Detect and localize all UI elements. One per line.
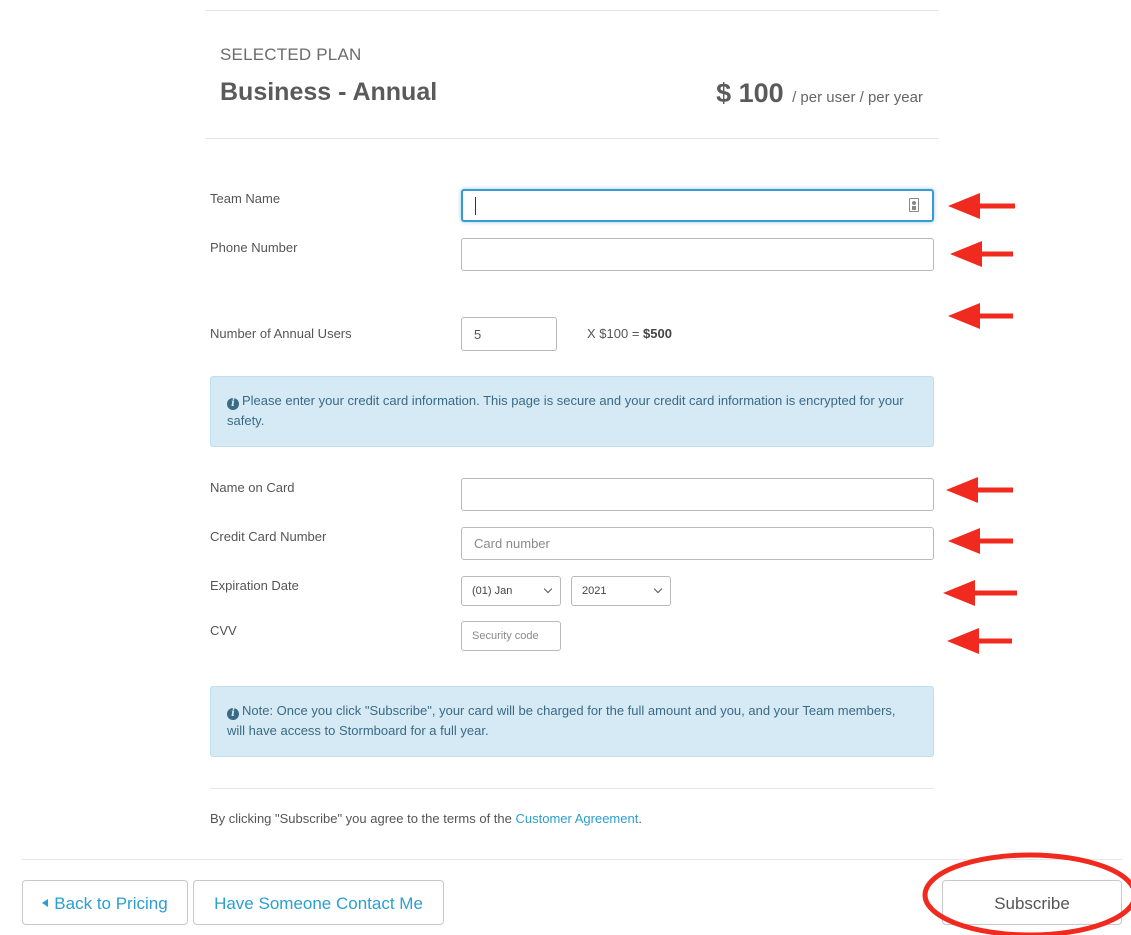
chevron-down-icon <box>653 584 663 594</box>
footer-divider <box>22 859 1122 860</box>
expiration-date-label: Expiration Date <box>210 578 299 593</box>
contact-card-icon[interactable] <box>909 198 919 212</box>
card-number-input[interactable] <box>461 527 934 560</box>
price-unit: / per user / per year <box>792 89 923 106</box>
annual-users-label: Number of Annual Users <box>210 326 352 341</box>
caret-left-icon <box>42 899 49 907</box>
info-icon: i <box>227 708 239 720</box>
top-divider <box>205 10 939 11</box>
plan-price: $ 100 / per user / per year <box>716 78 923 109</box>
contact-me-button[interactable]: Have Someone Contact Me <box>193 880 444 925</box>
cvv-input[interactable] <box>461 621 561 651</box>
cvv-label: CVV <box>210 623 237 638</box>
annotation-arrow-icon <box>946 477 1013 503</box>
name-on-card-label: Name on Card <box>210 480 295 495</box>
back-to-pricing-label: Back to Pricing <box>54 894 168 913</box>
price-amount: $ 100 <box>716 78 784 108</box>
plan-divider <box>205 138 939 139</box>
card-info-text: Please enter your credit card informatio… <box>227 393 904 428</box>
annotation-arrow-icon <box>950 241 1013 267</box>
plan-name: Business - Annual <box>220 78 438 106</box>
subscribe-note-alert: i Note: Once you click "Subscribe", your … <box>210 686 934 757</box>
terms-prefix: By clicking "Subscribe" you agree to the… <box>210 811 516 826</box>
terms-text: By clicking "Subscribe" you agree to the… <box>210 811 642 826</box>
card-info-alert: i Please enter your credit card informati… <box>210 376 934 447</box>
annotation-arrow-icon <box>948 193 1015 219</box>
phone-number-label: Phone Number <box>210 240 298 255</box>
annotation-arrow-icon <box>948 528 1013 554</box>
annotation-overlay <box>922 193 1131 935</box>
price-calculation: X $100 = $500 <box>587 326 672 341</box>
chevron-down-icon <box>543 584 553 594</box>
team-name-label: Team Name <box>210 191 281 206</box>
calc-total: $500 <box>643 326 672 341</box>
annotation-arrow-icon <box>943 580 1017 606</box>
info-icon: i <box>227 398 239 410</box>
back-to-pricing-button[interactable]: Back to Pricing <box>22 880 188 925</box>
team-name-input[interactable] <box>461 189 934 222</box>
expiration-month-select[interactable]: (01) Jan <box>461 576 561 606</box>
calc-prefix: X $100 = <box>587 326 644 341</box>
customer-agreement-link[interactable]: Customer Agreement <box>516 811 639 826</box>
expiration-year-select[interactable]: 2021 <box>571 576 671 606</box>
terms-suffix: . <box>638 811 642 826</box>
expiration-month-value: (01) Jan <box>472 585 513 597</box>
subscribe-button[interactable]: Subscribe <box>942 880 1122 925</box>
selected-plan-label: SELECTED PLAN <box>220 45 362 64</box>
name-on-card-input[interactable] <box>461 478 934 511</box>
text-cursor <box>475 197 476 215</box>
terms-divider <box>210 788 934 789</box>
annual-users-input[interactable] <box>461 317 557 351</box>
expiration-year-value: 2021 <box>582 585 607 597</box>
subscribe-note-text: Note: Once you click "Subscribe", your c… <box>227 703 896 738</box>
card-number-label: Credit Card Number <box>210 529 327 544</box>
annotation-arrow-icon <box>948 303 1013 329</box>
annotation-arrow-icon <box>947 628 1012 654</box>
phone-number-input[interactable] <box>461 238 934 271</box>
